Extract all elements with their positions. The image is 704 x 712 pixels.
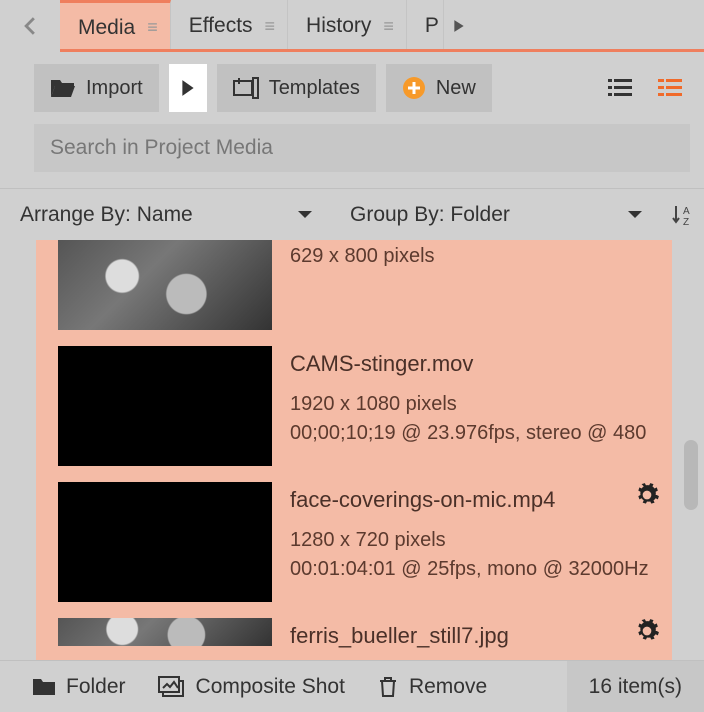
media-list: 629 x 800 pixels CAMS-stinger.mov 1920 x… [0, 240, 704, 660]
remove-label: Remove [409, 675, 487, 699]
item-count: 16 item(s) [567, 661, 704, 712]
tab-effects[interactable]: Effects ≡ [171, 0, 288, 52]
grip-icon: ≡ [383, 16, 392, 37]
svg-text:A: A [683, 206, 690, 217]
tab-strip: Media ≡ Effects ≡ History ≡ P [0, 0, 704, 52]
scrollbar-thumb[interactable] [684, 440, 698, 510]
group-by-dropdown[interactable]: Group By: Folder [330, 189, 660, 240]
sort-az-button[interactable]: AZ [660, 189, 704, 240]
play-icon [181, 79, 195, 97]
plus-circle-icon [402, 76, 426, 100]
tab-partial[interactable]: P [407, 0, 444, 52]
tab-label: Effects [189, 14, 253, 38]
arrange-by-dropdown[interactable]: Arrange By: Name [0, 189, 330, 240]
templates-label: Templates [269, 77, 360, 100]
item-meta: 629 x 800 pixels [290, 240, 658, 330]
list-item[interactable]: 629 x 800 pixels [36, 240, 672, 338]
list-view-icon[interactable] [600, 78, 640, 98]
item-details: 00:01:04:01 @ 25fps, mono @ 32000Hz [290, 555, 658, 584]
item-details: 00;00;10;19 @ 23.976fps, stereo @ 480 [290, 419, 658, 448]
tab-label: History [306, 14, 371, 38]
new-label: New [436, 77, 476, 100]
trash-icon [377, 675, 399, 699]
list-item[interactable]: ferris_bueller_still7.jpg [36, 610, 672, 660]
item-dimensions: 629 x 800 pixels [290, 242, 658, 271]
thumbnail [58, 346, 272, 466]
chevron-down-icon [626, 209, 644, 221]
item-title: face-coverings-on-mic.mp4 [290, 484, 658, 516]
thumbnail [58, 482, 272, 602]
play-button[interactable] [169, 64, 207, 112]
composite-icon [158, 676, 186, 698]
item-title: CAMS-stinger.mov [290, 348, 658, 380]
item-title: ferris_bueller_still7.jpg [290, 620, 658, 652]
tab-underline [60, 49, 704, 52]
grip-icon: ≡ [265, 16, 274, 37]
item-dimensions: 1280 x 720 pixels [290, 526, 658, 555]
import-label: Import [86, 77, 143, 100]
search-row [0, 124, 704, 188]
gear-icon[interactable] [634, 618, 660, 644]
item-count-text: 16 item(s) [589, 675, 682, 699]
bottom-bar: Folder Composite Shot Remove 16 item(s) [0, 660, 704, 712]
media-list-inner: 629 x 800 pixels CAMS-stinger.mov 1920 x… [36, 240, 672, 660]
list-item[interactable]: face-coverings-on-mic.mp4 1280 x 720 pix… [36, 474, 672, 610]
item-meta: CAMS-stinger.mov 1920 x 1080 pixels 00;0… [290, 346, 658, 466]
chevron-down-icon [296, 209, 314, 221]
new-folder-button[interactable]: Folder [16, 661, 142, 712]
thumbnail-view-icon[interactable] [650, 78, 690, 98]
item-meta: ferris_bueller_still7.jpg [290, 618, 658, 660]
new-button[interactable]: New [386, 64, 492, 112]
thumbnail [58, 240, 272, 330]
group-label: Group By: Folder [350, 203, 510, 227]
composite-label: Composite Shot [196, 675, 345, 699]
tab-media[interactable]: Media ≡ [60, 0, 171, 52]
composite-shot-button[interactable]: Composite Shot [142, 661, 361, 712]
media-panel: Media ≡ Effects ≡ History ≡ P Import [0, 0, 704, 712]
list-item[interactable]: CAMS-stinger.mov 1920 x 1080 pixels 00;0… [36, 338, 672, 474]
tab-scroll-right[interactable] [444, 0, 474, 52]
item-dimensions: 1920 x 1080 pixels [290, 390, 658, 419]
folder-label: Folder [66, 675, 126, 699]
svg-text:Z: Z [683, 217, 689, 227]
item-meta: face-coverings-on-mic.mp4 1280 x 720 pix… [290, 482, 658, 602]
tab-history[interactable]: History ≡ [288, 0, 407, 52]
templates-button[interactable]: Templates [217, 64, 376, 112]
tab-label: P [425, 14, 439, 38]
gear-icon[interactable] [634, 482, 660, 508]
arrange-bar: Arrange By: Name Group By: Folder AZ [0, 188, 704, 240]
folder-icon [32, 677, 56, 697]
grip-icon: ≡ [147, 17, 156, 38]
import-button[interactable]: Import [34, 64, 159, 112]
arrange-label: Arrange By: Name [20, 203, 193, 227]
remove-button[interactable]: Remove [361, 661, 503, 712]
templates-icon [233, 77, 259, 99]
toolbar: Import Templates New [0, 52, 704, 124]
tab-scroll-left[interactable] [0, 0, 60, 52]
folder-open-icon [50, 77, 76, 99]
search-input[interactable] [34, 124, 690, 172]
tab-label: Media [78, 16, 135, 40]
thumbnail [58, 618, 272, 646]
